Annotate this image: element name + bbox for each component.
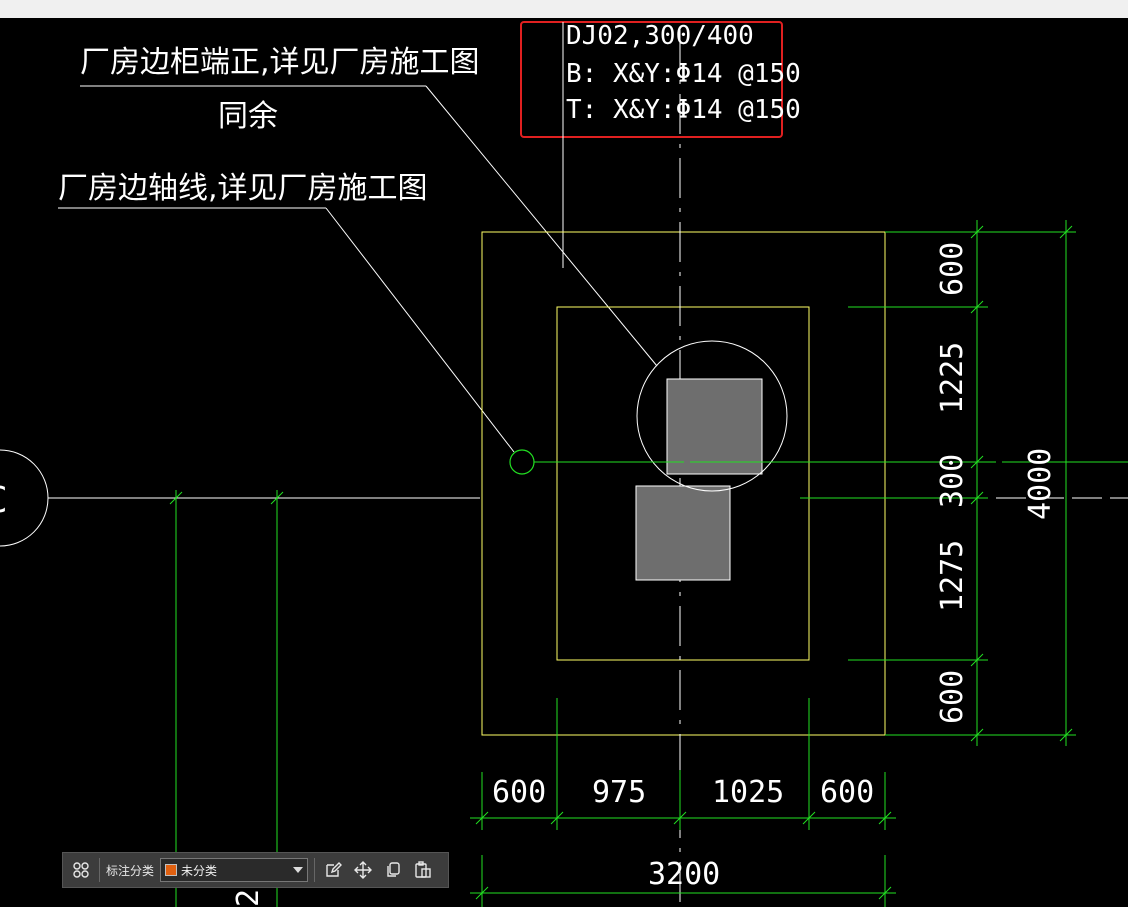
category-selected-value: 未分类: [181, 863, 218, 878]
axis-marker-circle: [509, 449, 535, 475]
dim-right-5: 600: [935, 670, 970, 724]
note-same: 同余: [218, 99, 278, 134]
spec-bottom-rebar: B: X&Y:Φ14 @150: [566, 59, 801, 89]
toolbar-separator: [99, 858, 100, 882]
spec-top-rebar: T: X&Y:Φ14 @150: [566, 95, 801, 125]
copy-icon[interactable]: [381, 858, 405, 882]
dim-right-3: 300: [935, 454, 970, 508]
toolbar-separator: [314, 858, 316, 882]
axis-bubble-label: C: [0, 480, 8, 521]
dim-right-2: 1225: [935, 342, 970, 414]
dim-bottom-1: 600: [492, 775, 546, 810]
category-label: 标注分类: [106, 863, 155, 878]
cad-drawing-canvas[interactable]: C 厂房边柜端正,详见厂房施工图 同余 厂房边轴线,详见厂房施工图 DJ02,3…: [0, 18, 1128, 907]
annotation-toolbar: 标注分类 未分类: [62, 852, 449, 888]
grid-icon[interactable]: [69, 858, 93, 882]
category-color-swatch: [165, 864, 178, 876]
dim-right-4: 1275: [935, 540, 970, 612]
leader-line-2: [325, 207, 515, 453]
dim-right-total: 4000: [1023, 448, 1058, 520]
dim-bottom-total: 3200: [648, 857, 720, 892]
category-dropdown[interactable]: 未分类: [160, 858, 309, 882]
dim-bottom-2: 975: [592, 775, 646, 810]
footing-inner-outline: [556, 306, 810, 661]
dim-bottom-3: 1025: [712, 775, 784, 810]
spec-label-top: DJ02,300/400: [566, 21, 754, 51]
window-top-bar: [0, 0, 1128, 18]
note-axis: 厂房边轴线,详见厂房施工图: [58, 171, 428, 206]
note-column-edge: 厂房边柜端正,详见厂房施工图: [80, 45, 480, 80]
column-lower: [635, 485, 731, 581]
edit-icon[interactable]: [321, 858, 345, 882]
column-upper: [666, 378, 763, 475]
move-icon[interactable]: [351, 858, 375, 882]
leader-line-1: [425, 85, 658, 367]
dim-bottom-4: 600: [820, 775, 874, 810]
left-bottom-partial: 2: [231, 889, 266, 907]
chevron-down-icon: [293, 867, 304, 873]
dim-right-1: 600: [935, 242, 970, 296]
paste-icon[interactable]: [411, 858, 435, 882]
